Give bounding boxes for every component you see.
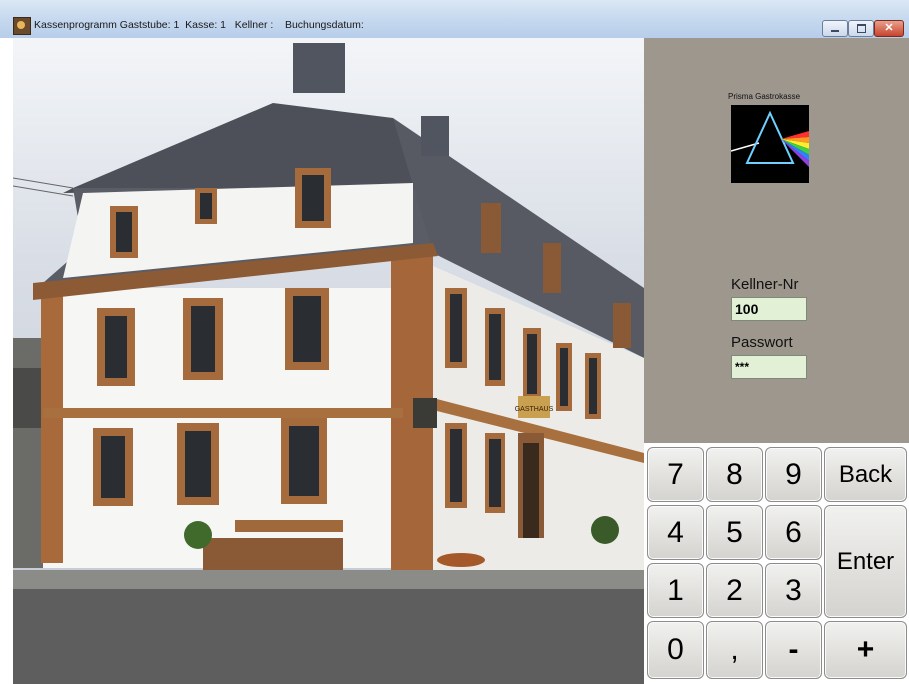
gasthaus-sign: GASTHAUS	[515, 406, 554, 413]
key-1[interactable]: 1	[647, 563, 704, 618]
key-3[interactable]: 3	[765, 563, 822, 618]
minimize-button[interactable]	[822, 20, 848, 37]
key-2[interactable]: 2	[706, 563, 763, 618]
minimize-icon	[831, 30, 839, 32]
key-plus[interactable]: +	[824, 621, 907, 679]
key-4[interactable]: 4	[647, 505, 704, 560]
back-button[interactable]: Back	[824, 447, 907, 502]
prism-logo	[730, 105, 809, 183]
building-illustration: GASTHAUS	[13, 43, 644, 589]
maximize-icon	[857, 24, 866, 33]
key-0[interactable]: 0	[647, 621, 704, 679]
window-title: Kassenprogramm Gaststube: 1 Kasse: 1 Kel…	[34, 19, 364, 31]
photo-bottom-area	[13, 589, 644, 684]
app-icon	[13, 17, 31, 35]
key-5[interactable]: 5	[706, 505, 763, 560]
close-button[interactable]: ✕	[874, 20, 904, 37]
numeric-keypad: 7 8 9 Back 4 5 6 Enter 1 2 3 0 , - +	[644, 443, 909, 684]
passwort-input[interactable]	[731, 355, 807, 379]
passwort-label: Passwort	[731, 334, 793, 351]
title-bar: Kassenprogramm Gaststube: 1 Kasse: 1 Kel…	[0, 0, 909, 39]
login-panel: Prisma Gastrokasse Kellner-Nr Passwort	[644, 38, 909, 443]
kellner-nr-input[interactable]	[731, 297, 807, 321]
key-7[interactable]: 7	[647, 447, 704, 502]
left-edge	[0, 38, 13, 684]
key-9[interactable]: 9	[765, 447, 822, 502]
kellner-nr-label: Kellner-Nr	[731, 276, 799, 293]
key-minus[interactable]: -	[765, 621, 822, 679]
maximize-button[interactable]	[848, 20, 874, 37]
prism-icon	[730, 110, 809, 167]
enter-button[interactable]: Enter	[824, 505, 907, 618]
logo-caption: Prisma Gastrokasse	[728, 92, 801, 101]
close-icon: ✕	[884, 22, 894, 34]
key-8[interactable]: 8	[706, 447, 763, 502]
building-photo: GASTHAUS	[13, 38, 644, 589]
key-comma[interactable]: ,	[706, 621, 763, 679]
key-6[interactable]: 6	[765, 505, 822, 560]
